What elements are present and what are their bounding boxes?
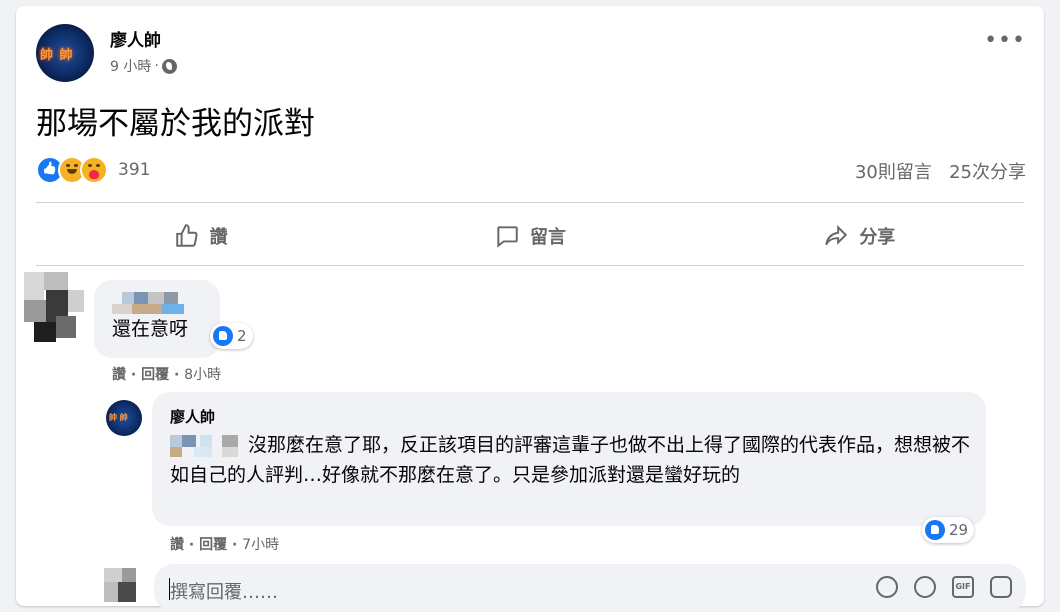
mention-tag[interactable] xyxy=(170,434,242,457)
reply-author-name[interactable]: 廖人帥 xyxy=(170,406,215,427)
like-icon xyxy=(925,520,945,540)
post-time[interactable]: 9 小時 xyxy=(110,56,151,76)
globe-icon xyxy=(161,58,177,74)
gif-icon[interactable]: GIF xyxy=(952,576,974,598)
composer-tools: GIF xyxy=(876,576,1012,598)
current-user-avatar[interactable] xyxy=(104,568,144,608)
divider xyxy=(36,202,1024,203)
reply-like-badge[interactable]: 29 xyxy=(922,517,975,543)
shares-count[interactable]: 25次分享 xyxy=(949,162,1026,183)
like-icon xyxy=(213,326,233,346)
more-icon[interactable]: ••• xyxy=(984,30,1026,52)
author-avatar[interactable]: 帥 帥 xyxy=(36,24,94,82)
comment-like-count: 2 xyxy=(237,327,247,345)
divider xyxy=(36,265,1024,266)
comment-meta: 讚 · 回覆 · 8小時 xyxy=(112,367,222,383)
sticker-icon[interactable] xyxy=(990,576,1012,598)
comment-label: 留言 xyxy=(529,227,566,248)
commenter-avatar[interactable] xyxy=(24,272,86,344)
camera-icon[interactable] xyxy=(914,576,936,598)
meta-dot: · xyxy=(154,58,159,74)
reply-time[interactable]: 7小時 xyxy=(242,537,279,553)
reactions-summary[interactable]: 391 xyxy=(36,156,151,184)
comment-time[interactable]: 8小時 xyxy=(184,367,221,383)
post-meta: 9 小時 · xyxy=(110,56,177,76)
reply-like-link[interactable]: 讚 xyxy=(170,537,184,553)
like-label: 讚 xyxy=(209,227,228,248)
author-name[interactable]: 廖人帥 xyxy=(110,26,161,51)
reply-body: 沒那麼在意了耶，反正該項目的評審這輩子也做不出上得了國際的代表作品，想想被不如自… xyxy=(170,434,971,486)
comment-text: 還在意呀 xyxy=(112,318,189,340)
reply-text: 沒那麼在意了耶，反正該項目的評審這輩子也做不出上得了國際的代表作品，想想被不如自… xyxy=(170,430,970,490)
like-icon xyxy=(175,224,198,247)
reaction-count: 391 xyxy=(118,160,151,180)
reply-bubble: 廖人帥 沒那麼在意了耶，反正該項目的評審這輩子也做不出上得了國際的代表作品，想想… xyxy=(152,392,986,526)
emoji-icon[interactable] xyxy=(876,576,898,598)
post-text: 那場不屬於我的派對 xyxy=(36,106,315,142)
share-label: 分享 xyxy=(859,227,896,248)
reply-reply-link[interactable]: 回覆 xyxy=(199,537,227,553)
reply-placeholder: 撰寫回覆…… xyxy=(170,582,278,603)
comment-reply-link[interactable]: 回覆 xyxy=(141,367,169,383)
comment-like-link[interactable]: 讚 xyxy=(112,367,126,383)
care-reaction-icon xyxy=(80,156,108,184)
reply-author-avatar[interactable]: 帥 帥 xyxy=(106,400,142,436)
reply-like-count: 29 xyxy=(949,521,969,539)
reply-meta: 讚 · 回覆 · 7小時 xyxy=(170,537,280,553)
share-button[interactable]: 分享 xyxy=(695,206,1024,266)
comment-button[interactable]: 留言 xyxy=(365,206,694,266)
comment-share-counts: 30則留言 25次分享 xyxy=(855,158,1026,184)
action-bar: 讚 留言 分享 xyxy=(36,206,1024,266)
like-button[interactable]: 讚 xyxy=(36,206,365,266)
comment-icon xyxy=(497,226,518,248)
share-icon xyxy=(825,224,848,246)
comment-bubble: 還在意呀 xyxy=(94,280,220,358)
post-card: 帥 帥 廖人帥 9 小時 · ••• 那場不屬於我的派對 391 30則留言 2… xyxy=(16,6,1044,612)
reply-input[interactable]: 撰寫回覆…… GIF xyxy=(154,564,1026,612)
comment-like-badge[interactable]: 2 xyxy=(210,323,253,349)
comments-count[interactable]: 30則留言 xyxy=(855,162,932,183)
